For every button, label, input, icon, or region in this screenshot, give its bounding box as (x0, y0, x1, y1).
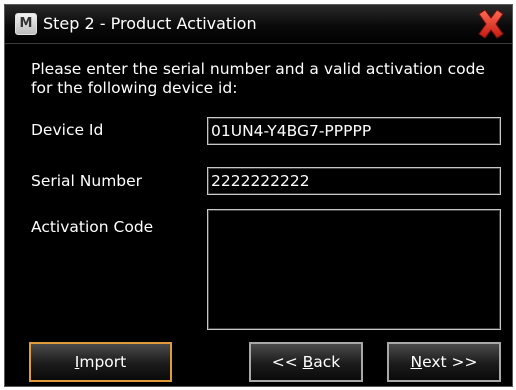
device-id-field[interactable] (207, 117, 501, 145)
import-button[interactable]: Import (29, 342, 172, 382)
next-access-key: N (410, 353, 423, 371)
activation-code-label: Activation Code (31, 218, 154, 236)
title-bar: M Step 2 - Product Activation (5, 5, 512, 44)
close-x-icon (478, 9, 504, 39)
instruction-text: Please enter the serial number and a val… (31, 60, 485, 97)
back-access-key: B (302, 353, 314, 371)
serial-number-field[interactable] (207, 167, 501, 195)
serial-number-label: Serial Number (31, 172, 143, 190)
back-label-rest: ack (313, 353, 341, 371)
next-button[interactable]: Next >> (387, 342, 501, 382)
dialog-title: Step 2 - Product Activation (43, 14, 257, 33)
import-label-rest: mport (79, 353, 127, 371)
device-id-label: Device Id (31, 121, 104, 139)
activation-dialog: M Step 2 - Product Activation Please ent… (4, 4, 513, 387)
close-button[interactable] (475, 8, 507, 40)
activation-code-field[interactable] (207, 209, 501, 330)
app-icon: M (15, 13, 37, 35)
next-label-rest: ext >> (422, 353, 478, 371)
back-button[interactable]: << Back (249, 342, 363, 382)
back-label-prefix: << (271, 353, 303, 371)
